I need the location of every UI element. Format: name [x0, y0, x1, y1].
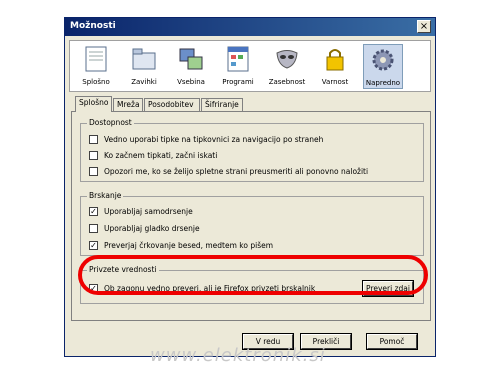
checkbox[interactable]	[89, 151, 98, 160]
toolbar-content[interactable]: Vsebina	[171, 44, 211, 89]
checkbox[interactable]	[89, 224, 98, 233]
option-label: Uporabljaj gladko drsenje	[104, 224, 200, 233]
option-label: Opozori me, ko se želijo spletne strani …	[104, 167, 369, 176]
tab-encryption[interactable]: Šifriranje	[201, 98, 243, 111]
security-lock-icon	[326, 49, 344, 71]
watermark: www.elektronik.si	[150, 345, 326, 366]
tab-general[interactable]: Splošno	[75, 96, 112, 112]
browsing-group: Brskanje ✓ Uporabljaj samodrsenje Uporab…	[80, 191, 424, 256]
toolbar-applications-label: Programi	[222, 78, 254, 86]
general-icon	[85, 46, 107, 72]
help-button[interactable]: Pomoč	[366, 333, 418, 350]
checkbox[interactable]	[89, 135, 98, 144]
applications-icon	[227, 46, 249, 72]
privacy-mask-icon	[276, 50, 298, 69]
tab-network[interactable]: Mreža	[113, 98, 143, 111]
checkbox[interactable]: ✓	[89, 241, 98, 250]
title-bar[interactable]: Možnosti ×	[65, 18, 435, 36]
red-highlight-annotation	[78, 255, 428, 295]
options-dialog: Možnosti × Splošno Zavihki Vsebina Progr…	[64, 17, 436, 357]
content-icon	[179, 48, 203, 70]
tab-update[interactable]: Posodobitev	[144, 98, 200, 111]
tabs-icon	[132, 48, 156, 70]
toolbar-advanced-label: Napredno	[365, 79, 401, 87]
close-button[interactable]: ×	[417, 20, 431, 33]
toolbar-security-label: Varnost	[321, 78, 349, 86]
checkbox[interactable]	[89, 167, 98, 176]
checkbox[interactable]: ✓	[89, 207, 98, 216]
toolbar-general-label: Splošno	[82, 78, 110, 86]
toolbar-security[interactable]: Varnost	[315, 44, 355, 89]
accessibility-group: Dostopnost Vedno uporabi tipke na tipkov…	[80, 118, 424, 182]
toolbar-general[interactable]: Splošno	[76, 44, 116, 89]
option-label: Preverjaj črkovanje besed, medtem ko piš…	[104, 241, 274, 250]
advanced-gear-icon	[372, 49, 394, 71]
toolbar-applications[interactable]: Programi	[218, 44, 258, 89]
options-toolbar: Splošno Zavihki Vsebina Programi Zasebno…	[69, 40, 431, 92]
toolbar-content-label: Vsebina	[177, 78, 205, 86]
toolbar-privacy-label: Zasebnost	[268, 78, 306, 86]
option-label: Uporabljaj samodrsenje	[104, 207, 193, 216]
option-label: Ko začnem tipkati, začni iskati	[104, 151, 218, 160]
window-title: Možnosti	[70, 21, 116, 31]
toolbar-tabs-label: Zavihki	[131, 78, 157, 86]
accessibility-title: Dostopnost	[87, 118, 134, 127]
toolbar-tabs[interactable]: Zavihki	[124, 44, 164, 89]
browsing-title: Brskanje	[87, 191, 124, 200]
option-label: Vedno uporabi tipke na tipkovnici za nav…	[104, 135, 324, 144]
toolbar-advanced[interactable]: Napredno	[363, 44, 403, 89]
toolbar-privacy[interactable]: Zasebnost	[267, 44, 307, 89]
